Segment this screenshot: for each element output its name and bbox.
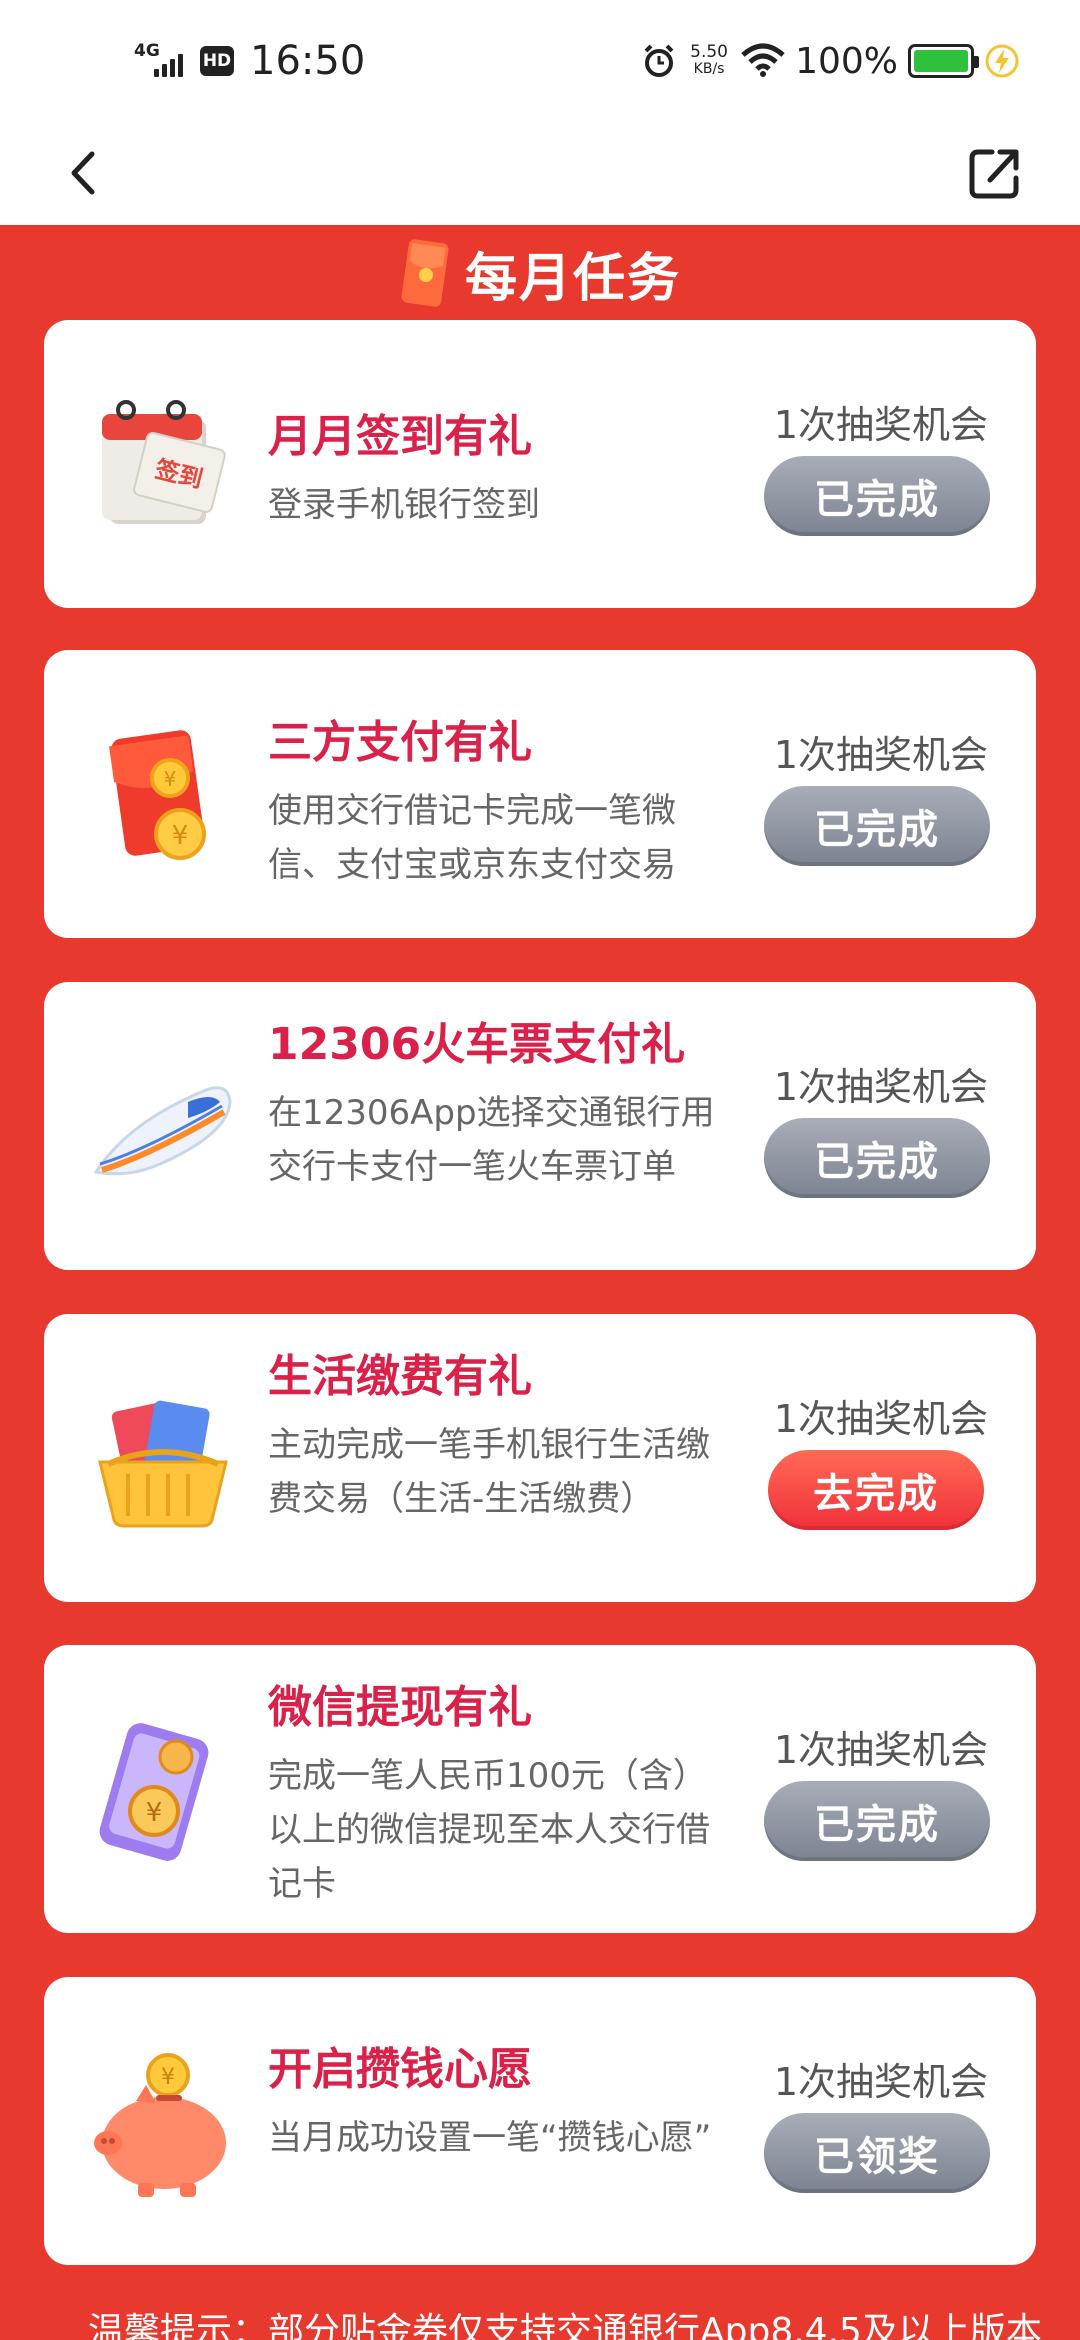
status-bar: 4G HD 16:50 5.50 KB/s 100% — [0, 0, 1080, 120]
task-description: 主动完成一笔手机银行生活缴费交易（生活-生活缴费） — [268, 1425, 710, 1519]
bullet-train-icon — [93, 1086, 232, 1176]
lottery-chance: 1次抽奖机会 — [773, 733, 988, 777]
clock: 16:50 — [250, 38, 366, 84]
task-card-utility-payment: 生活缴费有礼 主动完成一笔手机银行生活缴费交易（生活-生活缴费） 1次抽奖机会 … — [44, 1314, 1036, 1602]
task-description: 在12306App选择交通银行用交行卡支付一笔火车票订单 — [268, 1093, 715, 1187]
task-card-savings-wish: ¥ 开启攒钱心愿 当月成功设置一笔“攒钱心愿” 1次抽奖机会 已领奖 — [44, 1977, 1036, 2265]
lottery-chance: 1次抽奖机会 — [773, 1728, 988, 1772]
battery-percent: 100% — [795, 40, 898, 82]
lottery-chance: 1次抽奖机会 — [773, 403, 988, 447]
task-description: 使用交行借记卡完成一笔微信、支付宝或京东支付交易 — [268, 791, 676, 885]
lottery-chance: 1次抽奖机会 — [773, 2060, 988, 2104]
task-action-button[interactable]: 已完成 — [764, 1781, 990, 1861]
alarm-icon — [644, 44, 674, 77]
hd-badge: HD — [200, 46, 234, 76]
task-description: 当月成功设置一笔“攒钱心愿” — [268, 2118, 712, 2158]
task-action-button[interactable]: 去完成 — [768, 1450, 984, 1530]
footer-note: 温馨提示：部分贴金券仅支持交通银行App8.4.5及以上版本 — [88, 2311, 1042, 2340]
svg-text:¥: ¥ — [161, 2065, 175, 2090]
lottery-chance: 1次抽奖机会 — [773, 1397, 988, 1441]
nav-bar — [0, 120, 1080, 225]
task-action-button[interactable]: 已领奖 — [764, 2113, 990, 2193]
charging-icon — [985, 44, 1019, 78]
task-title: 生活缴费有礼 — [268, 1351, 532, 1402]
section-title: 每月任务 — [464, 248, 681, 309]
task-card-wechat-withdraw: ¥ 微信提现有礼 完成一笔人民币100元（含）以上的微信提现至本人交行借记卡 1… — [44, 1645, 1036, 1933]
back-button[interactable] — [50, 138, 120, 208]
speed-unit: KB/s — [693, 61, 725, 77]
task-description: 完成一笔人民币100元（含）以上的微信提现至本人交行借记卡 — [268, 1756, 710, 1904]
share-button[interactable] — [960, 138, 1030, 208]
svg-text:¥: ¥ — [146, 1798, 163, 1828]
signal-icon: 4G — [134, 41, 190, 81]
task-title: 微信提现有礼 — [268, 1682, 532, 1733]
phone-coins-icon: ¥ — [99, 1723, 209, 1861]
task-title: 12306火车票支付礼 — [268, 1019, 686, 1070]
battery-icon — [908, 44, 979, 78]
piggy-bank-icon: ¥ — [94, 2053, 226, 2197]
section-header: 每月任务 — [0, 228, 1080, 318]
task-title: 月月签到有礼 — [268, 411, 532, 462]
task-action-button[interactable]: 已完成 — [764, 786, 990, 866]
calendar-signin-icon: 签到 — [102, 400, 226, 524]
network-speed: 5.50 KB/s — [687, 44, 731, 78]
task-card-signin: 签到 月月签到有礼 登录手机银行签到 1次抽奖机会 已完成 — [44, 320, 1036, 608]
task-title: 开启攒钱心愿 — [268, 2044, 532, 2095]
speed-value: 5.50 — [690, 42, 728, 62]
task-description: 登录手机银行签到 — [268, 485, 540, 525]
lottery-chance: 1次抽奖机会 — [773, 1065, 988, 1109]
wifi-icon — [741, 43, 785, 77]
task-card-12306: 12306火车票支付礼 在12306App选择交通银行用交行卡支付一笔火车票订单… — [44, 982, 1036, 1270]
task-title: 三方支付有礼 — [268, 717, 532, 768]
task-action-button[interactable]: 已完成 — [764, 1118, 990, 1198]
shopping-basket-cards-icon — [98, 1400, 228, 1528]
task-card-third-party-pay: ¥ ¥ 三方支付有礼 使用交行借记卡完成一笔微信、支付宝或京东支付交易 1次抽奖… — [44, 650, 1036, 938]
svg-text:¥: ¥ — [164, 767, 177, 791]
svg-text:¥: ¥ — [172, 821, 189, 851]
red-envelope-icon — [401, 239, 449, 307]
task-action-button[interactable]: 已完成 — [764, 456, 990, 536]
red-envelope-coin-icon: ¥ ¥ — [109, 730, 206, 860]
